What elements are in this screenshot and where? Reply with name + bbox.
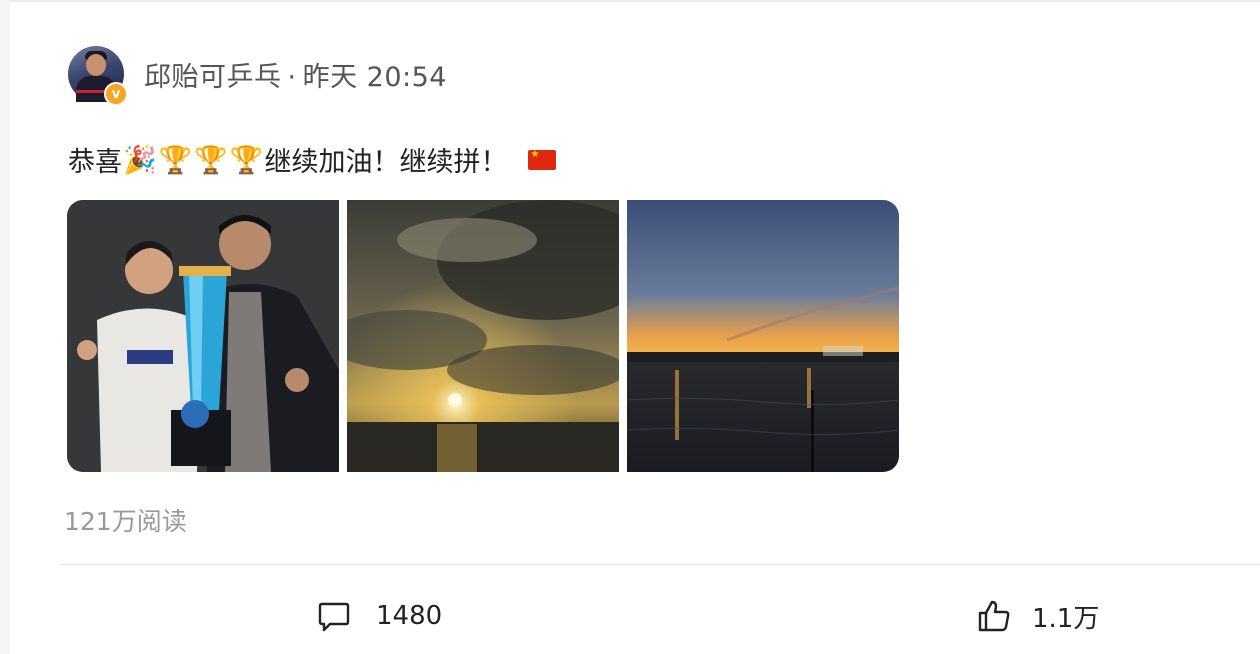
action-bar: 1480 1.1万 <box>10 592 1260 642</box>
post-text-start: 恭喜 <box>68 147 122 178</box>
comment-icon <box>316 598 352 634</box>
like-count: 1.1万 <box>1032 603 1100 634</box>
photo-grid <box>67 200 899 472</box>
trophy-icon: 🏆 <box>158 144 193 176</box>
meta-separator: · <box>287 61 297 93</box>
photo-sunset-sky[interactable] <box>347 200 619 472</box>
post-text: 恭喜 🎉 🏆 🏆 🏆 继续加油！继续拼！ <box>68 140 556 179</box>
photo-trophy[interactable] <box>67 200 339 472</box>
verified-badge-icon: V <box>104 82 128 106</box>
author-name[interactable]: 邱贻可乒乓 <box>144 62 282 93</box>
china-flag-icon <box>527 149 556 170</box>
avatar[interactable]: V <box>68 46 128 106</box>
post-time[interactable]: 昨天 20:54 <box>303 62 447 93</box>
photo-harbor-sunset[interactable] <box>627 200 899 472</box>
weibo-post-card: V 邱贻可乒乓·昨天 20:54 恭喜 🎉 🏆 🏆 🏆 继续加油！继续拼！ <box>10 0 1260 654</box>
read-count: 121万阅读 <box>64 507 187 536</box>
like-button[interactable]: 1.1万 <box>976 592 1099 640</box>
post-meta: 邱贻可乒乓 · 昨天 20:54 <box>144 55 447 94</box>
divider <box>60 564 1260 565</box>
comment-count: 1480 <box>376 601 443 631</box>
party-popper-icon: 🎉 <box>123 144 157 176</box>
post-text-end: 继续加油！继续拼！ <box>264 147 508 178</box>
thumbs-up-icon <box>976 598 1012 634</box>
post-header: V 邱贻可乒乓 · 昨天 20:54 <box>68 44 447 106</box>
comment-button[interactable]: 1480 <box>316 592 442 640</box>
trophy-icon: 🏆 <box>229 144 264 176</box>
trophy-icon: 🏆 <box>194 144 228 176</box>
